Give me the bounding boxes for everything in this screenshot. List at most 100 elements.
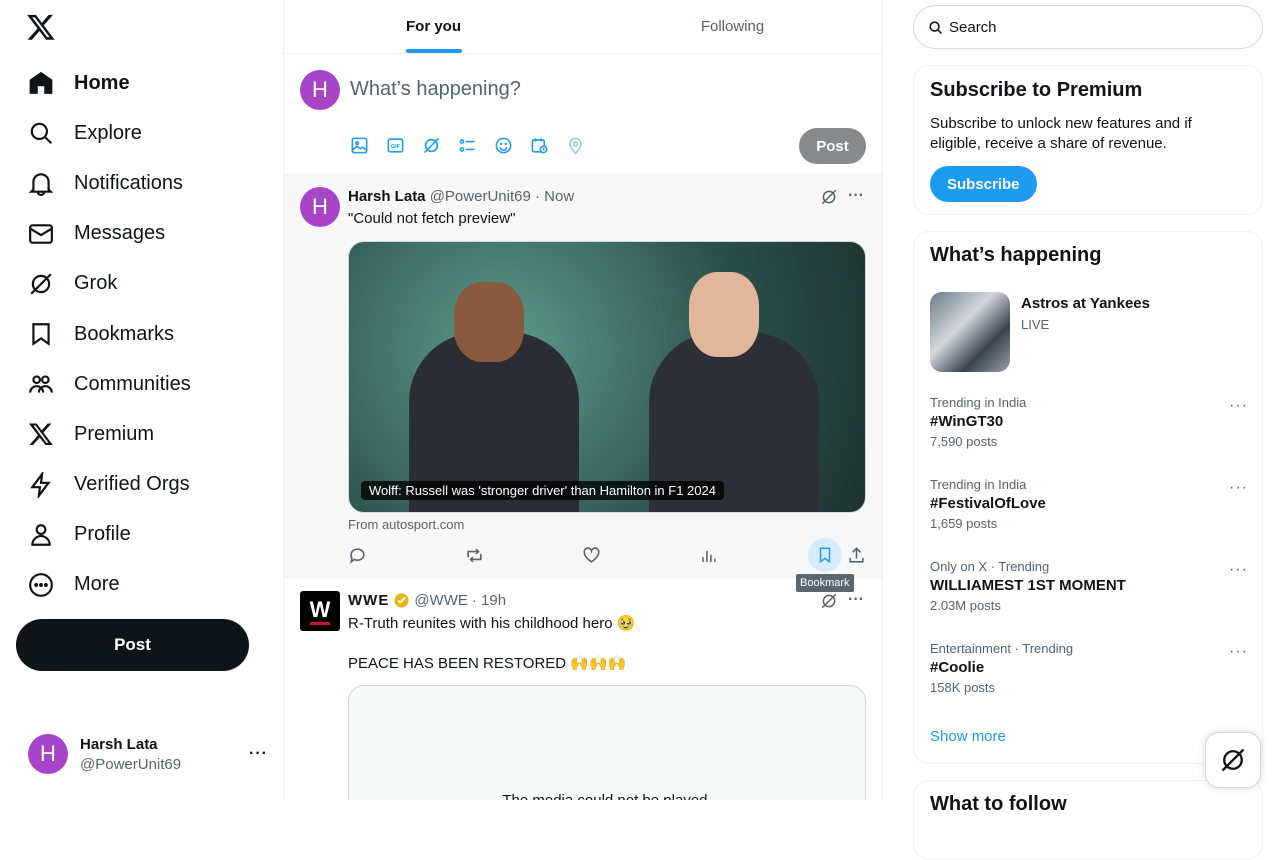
left-sidebar: Home Explore Notifications Messages Grok… xyxy=(0,0,284,800)
grok-icon[interactable] xyxy=(422,136,441,155)
link-card-source[interactable]: From autosport.com xyxy=(348,517,464,532)
share-icon[interactable] xyxy=(847,546,866,565)
repost-icon[interactable] xyxy=(465,546,484,565)
who-to-follow-card: What to follow xyxy=(913,780,1263,860)
tweet-time[interactable]: · 19h xyxy=(472,592,506,609)
svg-text:GIF: GIF xyxy=(391,144,401,150)
tweet-time[interactable]: · Now xyxy=(535,188,574,205)
nav-profile[interactable]: Profile xyxy=(16,510,191,560)
more-icon[interactable]: ··· xyxy=(1229,643,1248,661)
more-circle-icon xyxy=(28,572,54,598)
live-badge: LIVE xyxy=(1021,317,1050,332)
person-icon xyxy=(28,522,54,548)
nav-verified-orgs[interactable]: Verified Orgs xyxy=(16,460,191,510)
communities-icon xyxy=(28,371,54,397)
grok-icon xyxy=(1219,746,1247,774)
bell-icon xyxy=(28,170,54,197)
trend-item[interactable]: Entertainment · Trending #Coolie 158K post… xyxy=(930,641,1248,695)
more-icon[interactable]: ··· xyxy=(1229,397,1248,415)
wwe-avatar: W xyxy=(300,591,340,631)
bookmark-icon[interactable] xyxy=(808,538,842,572)
nav-grok[interactable]: Grok xyxy=(16,259,191,309)
more-icon[interactable]: ··· xyxy=(1229,479,1248,497)
composer: H What’s happening? GIF Post xyxy=(284,54,882,175)
live-event-title[interactable]: Astros at Yankees xyxy=(1021,295,1150,312)
more-icon[interactable]: ··· xyxy=(1229,561,1248,579)
tweet-text: "Could not fetch preview" xyxy=(348,210,516,227)
compose-input[interactable]: What’s happening? xyxy=(350,78,521,101)
like-icon[interactable] xyxy=(582,546,601,565)
media-error-text: The media could not be played. xyxy=(349,792,865,800)
trend-item[interactable]: Trending in India #FestivalOfLove 1,659 po… xyxy=(930,477,1248,531)
tweet-handle[interactable]: @WWE xyxy=(414,592,468,609)
timeline: For you Following H What’s happening? GI… xyxy=(284,0,883,800)
more-icon[interactable]: ··· xyxy=(848,591,864,609)
mail-icon xyxy=(28,221,54,247)
tweet[interactable]: W WWE @WWE · 19h ··· R-Truth reunites wi… xyxy=(284,574,882,800)
nav-messages[interactable]: Messages xyxy=(16,209,191,259)
nav-home[interactable]: Home xyxy=(16,58,191,108)
premium-card: Subscribe to Premium Subscribe to unlock… xyxy=(913,65,1263,215)
compose-post-button[interactable]: Post xyxy=(799,128,866,164)
link-card-caption: Wolff: Russell was 'stronger driver' tha… xyxy=(361,481,724,500)
x-icon xyxy=(28,421,54,447)
compose-toolbar: GIF xyxy=(350,136,585,155)
trend-item[interactable]: Only on X · Trending WILLIAMEST 1ST MOMEN… xyxy=(930,559,1248,613)
main-nav: Home Explore Notifications Messages Grok… xyxy=(16,58,191,610)
show-more-link[interactable]: Show more xyxy=(930,728,1006,745)
tweet-handle[interactable]: @PowerUnit69 xyxy=(430,188,531,205)
happening-title: What’s happening xyxy=(930,244,1102,266)
grok-icon[interactable] xyxy=(820,592,838,610)
gif-icon[interactable]: GIF xyxy=(386,136,405,155)
search-icon xyxy=(928,20,943,35)
tab-following[interactable]: Following xyxy=(583,0,882,53)
link-card-image[interactable]: Wolff: Russell was 'stronger driver' tha… xyxy=(348,241,866,513)
avatar: H xyxy=(300,187,340,227)
more-icon[interactable]: ··· xyxy=(848,187,864,205)
avatar: H xyxy=(28,734,68,774)
tweet-text: R-Truth reunites with his childhood hero… xyxy=(348,615,636,632)
grok-icon[interactable] xyxy=(820,188,838,206)
schedule-icon[interactable] xyxy=(530,136,549,155)
grok-float-button[interactable] xyxy=(1205,732,1261,788)
nav-communities[interactable]: Communities xyxy=(16,359,191,409)
poll-icon[interactable] xyxy=(458,136,477,155)
bolt-icon xyxy=(28,471,54,498)
subscribe-button[interactable]: Subscribe xyxy=(930,166,1037,202)
nav-more[interactable]: More xyxy=(16,560,191,610)
avatar: H xyxy=(300,70,340,110)
premium-title: Subscribe to Premium xyxy=(930,79,1143,101)
account-handle: @PowerUnit69 xyxy=(80,755,182,773)
whats-happening-card: What’s happening Astros at Yankees LIVE … xyxy=(913,231,1263,764)
live-event-image[interactable] xyxy=(930,292,1010,372)
views-icon[interactable] xyxy=(699,546,718,565)
media-placeholder: The media could not be played. xyxy=(348,685,866,800)
location-icon[interactable] xyxy=(566,136,585,155)
reply-icon[interactable] xyxy=(348,546,367,565)
nav-bookmarks[interactable]: Bookmarks xyxy=(16,309,191,359)
nav-premium[interactable]: Premium xyxy=(16,409,191,459)
more-icon[interactable]: ··· xyxy=(249,745,268,763)
home-icon xyxy=(28,70,54,96)
tab-for-you[interactable]: For you xyxy=(284,0,583,53)
tweet-author[interactable]: WWE xyxy=(348,592,389,609)
emoji-icon[interactable] xyxy=(494,136,513,155)
timeline-tabs: For you Following xyxy=(284,0,882,54)
account-switcher[interactable]: H Harsh Lata @PowerUnit69 ··· xyxy=(28,734,268,774)
bookmark-icon xyxy=(28,321,54,347)
x-logo-icon[interactable] xyxy=(26,12,56,42)
image-icon[interactable] xyxy=(350,136,369,155)
post-button[interactable]: Post xyxy=(16,619,249,671)
follow-title: What to follow xyxy=(930,793,1067,815)
tweet-text-line2: PEACE HAS BEEN RESTORED 🙌🙌🙌 xyxy=(348,655,627,672)
grok-icon xyxy=(28,271,54,297)
search-input[interactable]: Search xyxy=(913,5,1263,49)
tweet-author[interactable]: Harsh Lata xyxy=(348,188,426,205)
verified-gold-icon xyxy=(393,592,410,609)
premium-text: Subscribe to unlock new features and if … xyxy=(930,115,1192,152)
nav-notifications[interactable]: Notifications xyxy=(16,158,191,208)
search-icon xyxy=(28,120,54,146)
nav-explore[interactable]: Explore xyxy=(16,108,191,158)
trend-item[interactable]: Trending in India #WinGT30 7,590 posts ··· xyxy=(930,395,1248,449)
tweet[interactable]: H Harsh Lata @PowerUnit69 · Now ··· "Cou… xyxy=(284,175,882,578)
